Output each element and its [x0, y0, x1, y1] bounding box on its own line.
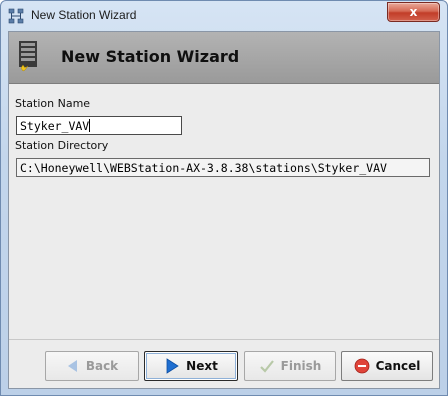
wizard-client-area: New Station Wizard Station Name Styker_V…: [8, 31, 440, 389]
station-directory-label: Station Directory: [15, 139, 109, 152]
station-name-input[interactable]: Styker_VAV: [16, 116, 182, 135]
window-title: New Station Wizard: [31, 8, 137, 22]
wizard-window: New Station Wizard x New Station Wizard …: [0, 0, 448, 396]
app-network-icon: [8, 8, 24, 24]
wizard-header: New Station Wizard: [9, 32, 439, 84]
cancel-circle-icon: [354, 358, 370, 374]
cancel-button[interactable]: Cancel: [341, 351, 433, 381]
finish-button[interactable]: Finish: [244, 351, 336, 381]
next-button[interactable]: Next: [144, 351, 238, 381]
station-directory-field[interactable]: C:\Honeywell\WEBStation-AX-3.8.38\statio…: [16, 158, 430, 177]
checkmark-icon: [259, 358, 275, 374]
left-arrow-icon: [66, 359, 80, 373]
back-button[interactable]: Back: [45, 351, 139, 381]
station-database-icon: [17, 40, 39, 72]
wizard-header-title: New Station Wizard: [61, 47, 240, 66]
title-bar[interactable]: New Station Wizard x: [1, 1, 447, 31]
wizard-button-bar: Back Next Finish Cancel: [9, 339, 439, 388]
station-name-label: Station Name: [15, 97, 91, 110]
right-arrow-icon: [164, 358, 180, 374]
close-button[interactable]: x: [387, 2, 440, 22]
